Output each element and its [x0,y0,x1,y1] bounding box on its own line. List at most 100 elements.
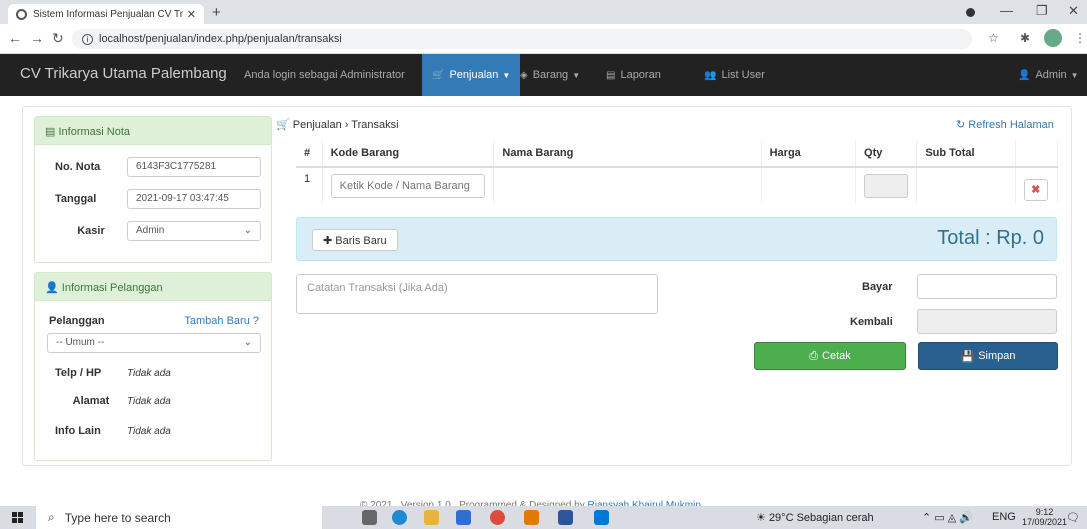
clock[interactable]: 9:12 17/09/2021 [1022,507,1067,527]
bayar-input[interactable] [917,274,1057,299]
xampp-icon[interactable] [524,510,539,525]
col-subtotal: Sub Total [916,140,1016,168]
refresh-icon: ↻ [956,119,966,131]
user-icon: 👤 [1018,69,1031,81]
chevron-down-icon: ⌄ [243,337,252,348]
maximize-icon[interactable]: ❐ [1036,3,1048,19]
store-icon[interactable] [456,510,471,525]
nav-list-user[interactable]: 👥 List User [694,54,775,96]
bayar-label: Bayar [862,281,893,293]
table-header: # Kode Barang Nama Barang Harga Qty Sub … [296,140,1059,168]
cell-action: ✖ [1015,166,1059,203]
print-icon: ⎙ [809,349,819,362]
reload-icon[interactable]: ↻ [52,30,64,47]
save-label: Simpan [978,350,1016,362]
telp-value: Tidak ada [127,367,171,379]
print-button[interactable]: ⎙ Cetak [754,342,906,370]
panel-title: Informasi Nota [58,126,130,138]
tanggal-field[interactable]: 2021-09-17 03:47:45 [127,189,261,209]
notification-icon[interactable]: 🗨 [1066,511,1080,524]
telp-label: Telp / HP [55,367,102,379]
notes-textarea[interactable]: Catatan Transaksi (Jika Ada) [296,274,658,314]
minimize-icon[interactable]: — [1000,3,1013,18]
tab-title: Sistem Informasi Penjualan CV Tr [33,8,183,20]
kode-input[interactable] [330,173,485,198]
cell-nama [493,166,762,203]
weather[interactable]: ☀ 29°C Sebagian cerah [756,511,874,524]
caret-down-icon: ▼ [1070,70,1079,80]
forward-icon[interactable]: → [30,30,44,46]
new-tab-icon[interactable]: + [212,4,221,21]
tambah-baru-link[interactable]: Tambah Baru ? [184,315,259,327]
alamat-value: Tidak ada [127,395,171,407]
no-nota-field[interactable]: 6143F3C1775281 [127,157,261,177]
save-button[interactable]: 💾 Simpan [918,342,1058,370]
col-action [1015,140,1059,168]
close-window-icon[interactable]: ✕ [1068,3,1079,19]
transaction-table: # Kode Barang Nama Barang Harga Qty Sub … [296,140,1059,203]
kembali-label: Kembali [850,316,893,328]
login-status: Anda login sebagai Administrator [244,69,405,81]
cell-kode [322,166,495,203]
clock-date: 17/09/2021 [1022,517,1068,527]
pelanggan-select[interactable]: -- Umum -- ⌄ [47,333,261,353]
nav-laporan[interactable]: ▤ Laporan [596,54,671,96]
search-icon: ⌕ [48,510,55,524]
delete-row-button[interactable]: ✖ [1023,178,1048,201]
table-row: 1 ✖ [296,166,1059,203]
file-icon: ▤ [606,69,616,81]
pelanggan-value: -- Umum -- [56,337,105,348]
total-bar: ✚ Baris Baru Total : Rp. 0 [296,217,1057,261]
word-icon[interactable] [558,510,573,525]
chrome-icon[interactable] [490,510,505,525]
close-tab-icon[interactable]: ✕ [187,8,196,21]
vscode-icon[interactable] [594,510,609,525]
nav-barang[interactable]: ◈ Barang ▼ [510,54,590,96]
breadcrumb-root[interactable]: Penjualan [293,119,342,131]
customer-panel: 👤 Informasi Pelanggan Pelanggan Tambah B… [34,272,272,461]
url-bar[interactable]: i localhost/penjualan/index.php/penjuala… [72,29,972,49]
panel-title: Informasi Pelanggan [61,282,163,294]
back-icon[interactable]: ← [8,30,22,46]
refresh-link[interactable]: ↻ Refresh Halaman [956,118,1054,131]
nav-penjualan[interactable]: 🛒 Penjualan ▼ [422,54,521,96]
col-harga: Harga [761,140,857,168]
nota-panel: ▤ Informasi Nota No. Nota 6143F3C1775281… [34,116,272,263]
add-row-label: Baris Baru [335,235,387,247]
breadcrumb-current: Transaksi [351,119,399,131]
col-nama: Nama Barang [493,140,762,168]
col-number: # [296,140,323,168]
file-explorer-icon[interactable] [424,510,439,525]
language-indicator[interactable]: ENG [992,511,1016,523]
print-label: Cetak [822,350,851,362]
task-view-icon[interactable] [362,510,377,525]
avatar[interactable] [1044,29,1062,47]
browser-tab[interactable]: Sistem Informasi Penjualan CV Tr ✕ [8,4,204,24]
kasir-select[interactable]: Admin ⌄ [127,221,261,241]
col-kode: Kode Barang [322,140,495,168]
plus-icon: ✚ [323,235,333,247]
windows-start-icon[interactable] [12,512,23,523]
extensions-icon[interactable]: ✱ [1020,31,1030,45]
no-nota-label: No. Nota [55,161,101,173]
add-row-button[interactable]: ✚ Baris Baru [312,229,398,251]
brand[interactable]: CV Trikarya Utama Palembang [20,65,227,82]
taskbar-search[interactable]: ⌕ Type here to search [36,506,322,529]
edge-icon[interactable] [392,510,407,525]
users-icon: 👥 [704,69,717,81]
cart-icon: 🛒 [432,69,445,81]
col-qty: Qty [855,140,918,168]
chevron-down-icon: ⌄ [243,225,252,236]
user-icon: 👤 [45,282,59,294]
record-icon [966,8,975,17]
tray-icons[interactable]: ⌃ ▭ ◬ 🔊 [922,511,973,524]
star-icon[interactable]: ☆ [988,31,999,45]
info-icon[interactable]: i [82,33,93,45]
weather-text: 29°C Sebagian cerah [768,512,874,524]
nav-admin[interactable]: 👤 Admin ▼ [1008,54,1087,96]
cell-subtotal [916,166,1016,203]
menu-dots-icon[interactable]: ⋮ [1074,31,1086,45]
qty-input[interactable] [864,173,909,198]
info-lain-label: Info Lain [55,425,101,437]
sun-icon: ☀ [756,512,766,524]
